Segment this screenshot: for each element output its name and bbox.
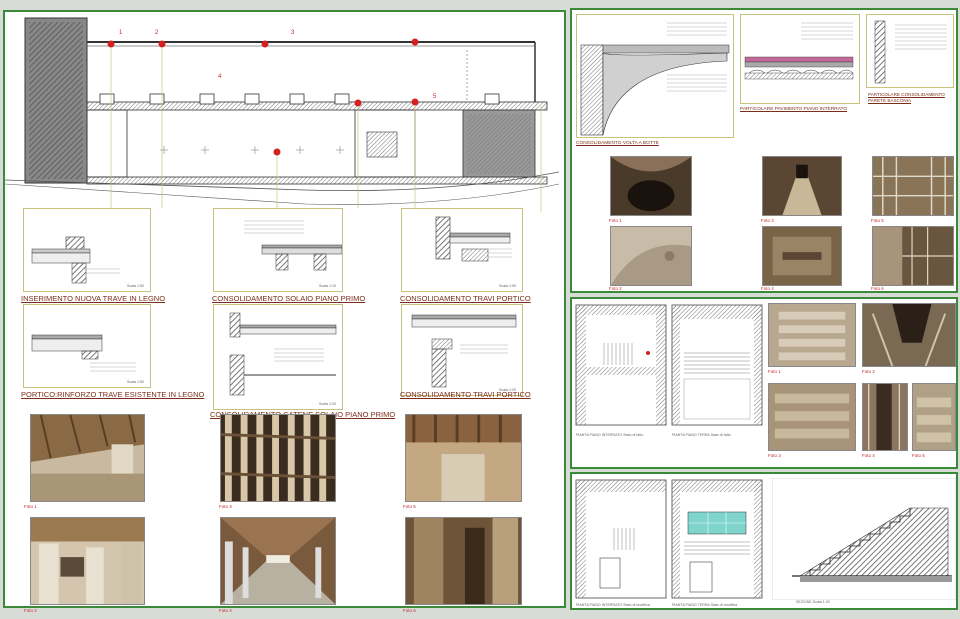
photo-label: Foto 5 bbox=[403, 504, 416, 509]
detail-title: PORTICO:RINFORZO TRAVE ESISTENTE IN LEGN… bbox=[21, 390, 205, 399]
photo-label: Foto 1 bbox=[609, 218, 622, 223]
photo-2 bbox=[610, 226, 692, 286]
plan-caption: PIANTA PIANO TERRA Stato di fatto bbox=[672, 433, 731, 437]
plan-caption: SEZIONE Scala 1:20 bbox=[796, 600, 830, 604]
detail-title: CONSOLIDAMENTO TRAVI PORTICO bbox=[400, 294, 531, 303]
photo-2 bbox=[30, 517, 145, 605]
detail-title: CONSOLIDAMENTO SOLAIO PIANO PRIMO bbox=[212, 294, 366, 303]
photo-label: Foto 2 bbox=[24, 608, 37, 613]
detail-wall-consolidation bbox=[866, 14, 954, 88]
plan-caption: PIANTA PIANO INTERRATO Stato di fatto bbox=[576, 433, 644, 437]
floor-plan bbox=[5, 17, 560, 212]
detail-scale: Scala 1:20 bbox=[319, 402, 336, 406]
groundfloor-plan-existing bbox=[671, 304, 763, 426]
plan-marker-3: 3 bbox=[291, 30, 295, 36]
photo-label: Foto 2 bbox=[609, 286, 622, 291]
detail-scale: Scala 1:50 bbox=[127, 380, 144, 384]
sheet-structural-details: 1 2 3 4 5 Scala 1:50 INSERIMENTO NUOVA T… bbox=[3, 10, 566, 613]
groundfloor-plan-modified bbox=[671, 479, 763, 599]
detail-portico-beams-2: Scala 1:20 bbox=[401, 304, 523, 396]
detail-barrel-vault bbox=[576, 14, 734, 138]
plan-marker-1: 1 bbox=[119, 30, 123, 36]
plan-marker-4: 4 bbox=[218, 74, 222, 80]
photo-5 bbox=[912, 383, 956, 451]
detail-portico-reinforcement: Scala 1:50 bbox=[23, 304, 151, 388]
photo-3 bbox=[762, 156, 842, 216]
sheet-stairs-modified: PIANTA PIANO INTERRATO Stato di modifica… bbox=[570, 472, 958, 610]
photo-label: Foto 2 bbox=[862, 369, 875, 374]
detail-title: PARTICOLARE PAVIMENTO PIANO INTERRATO bbox=[740, 107, 848, 112]
plan-caption: PIANTA PIANO INTERRATO Stato di modifica bbox=[576, 603, 650, 607]
sheet-vault-details: CONSOLIDAMENTO VOLTA A BOTTE PARTICOLARE… bbox=[570, 8, 958, 293]
photo-4 bbox=[220, 517, 336, 605]
basement-plan-existing bbox=[575, 304, 667, 426]
detail-portico-beams: Scala 1:50 bbox=[401, 208, 523, 292]
detail-basement-floor bbox=[740, 14, 860, 104]
photo-label: Foto 1 bbox=[24, 504, 37, 509]
photo-1 bbox=[30, 414, 145, 502]
detail-floor-consolidation: Scala 1:10 bbox=[213, 208, 343, 292]
photo-label: Foto 4 bbox=[761, 286, 774, 291]
detail-scale: Scala 1:50 bbox=[499, 284, 516, 288]
photo-4 bbox=[862, 383, 908, 451]
plan-marker-5: 5 bbox=[433, 94, 437, 100]
photo-2 bbox=[862, 303, 956, 367]
photo-5 bbox=[872, 156, 954, 216]
detail-title: INSERIMENTO NUOVA TRAVE IN LEGNO bbox=[21, 294, 166, 303]
photo-label: Foto 6 bbox=[403, 608, 416, 613]
detail-title: CONSOLIDAMENTO TRAVI PORTICO bbox=[400, 390, 531, 399]
detail-scale: Scala 1:10 bbox=[319, 284, 336, 288]
detail-new-beam: Scala 1:50 bbox=[23, 208, 151, 292]
photo-label: Foto 3 bbox=[761, 218, 774, 223]
detail-chains-consolidation: Scala 1:20 bbox=[213, 304, 343, 410]
photo-label: Foto 6 bbox=[871, 286, 884, 291]
photo-label: Foto 4 bbox=[862, 453, 875, 458]
photo-1 bbox=[610, 156, 692, 216]
photo-3 bbox=[220, 414, 336, 502]
detail-scale: Scala 1:50 bbox=[127, 284, 144, 288]
photo-6 bbox=[405, 517, 522, 605]
photo-label: Foto 3 bbox=[768, 453, 781, 458]
photo-label: Foto 5 bbox=[912, 453, 925, 458]
plan-caption: PIANTA PIANO TERRA Stato di modifica bbox=[672, 603, 738, 607]
basement-plan-modified bbox=[575, 479, 667, 599]
detail-title: CONSOLIDAMENTO VOLTA A BOTTE bbox=[576, 141, 659, 146]
photo-3 bbox=[768, 383, 856, 451]
stair-section bbox=[772, 478, 956, 600]
photo-6 bbox=[872, 226, 954, 286]
photo-label: Foto 1 bbox=[768, 369, 781, 374]
photo-label: Foto 4 bbox=[219, 608, 232, 613]
plan-marker-2: 2 bbox=[155, 30, 159, 36]
photo-1 bbox=[768, 303, 856, 367]
photo-4 bbox=[762, 226, 842, 286]
detail-title: PARTICOLARE CONSOLIDAMENTO PARETE BASCON… bbox=[868, 92, 945, 103]
photo-label: Foto 5 bbox=[871, 218, 884, 223]
sheet-stairs-existing: PIANTA PIANO INTERRATO Stato di fatto PI… bbox=[570, 297, 958, 469]
photo-5 bbox=[405, 414, 522, 502]
photo-label: Foto 3 bbox=[219, 504, 232, 509]
